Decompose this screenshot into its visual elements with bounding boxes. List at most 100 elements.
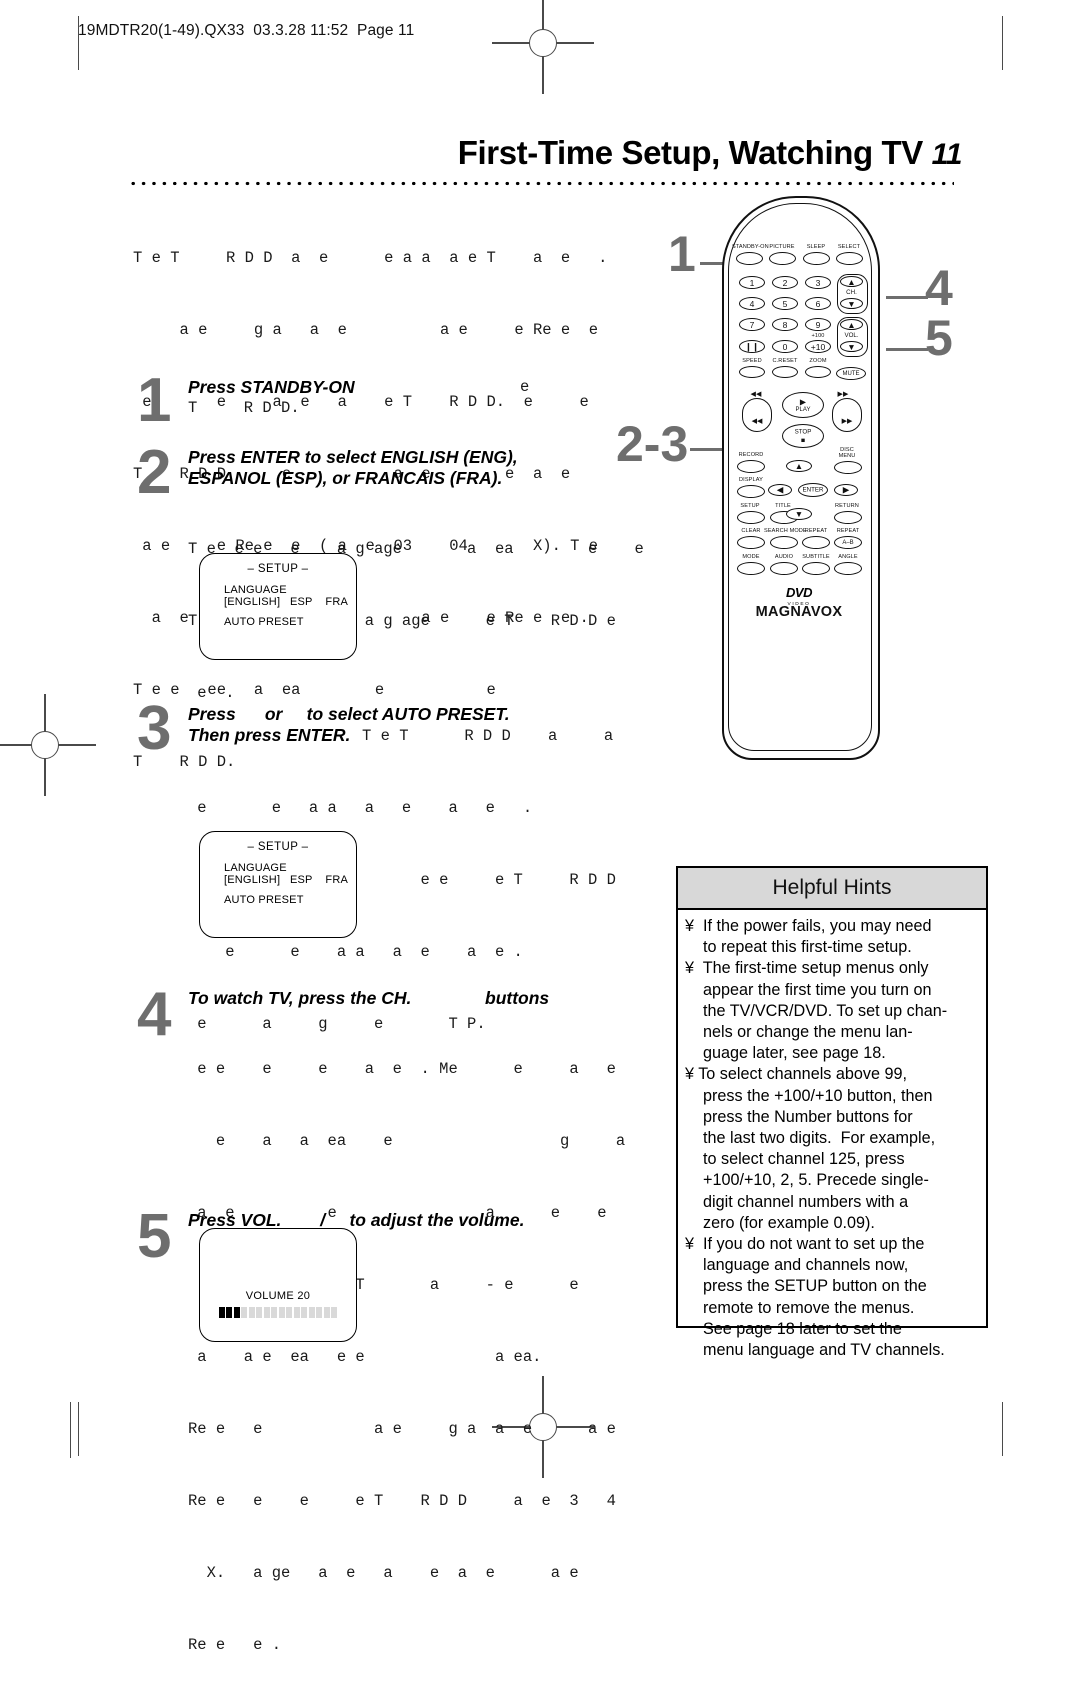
- step-4-faded-line: X. a ge a e a e a e a e: [188, 1564, 579, 1582]
- setup-menu-language-label: LANGUAGE: [224, 584, 287, 596]
- mute-label: MUTE: [842, 370, 860, 377]
- hint-line: digit channel numbers with a: [685, 1192, 909, 1211]
- plus10-button[interactable]: +10: [805, 340, 831, 353]
- hint-line: +100/+10, 2, 5. Precede single-: [685, 1171, 929, 1190]
- standby-on-label: STANDBY-ON: [732, 244, 769, 250]
- stop-button[interactable]: STOP ■: [782, 424, 824, 448]
- channel-up-button[interactable]: ▲: [840, 276, 863, 287]
- chevron-left-icon: ◀: [776, 484, 784, 495]
- step-4-faded-line: Re e e a e g a a e a e: [188, 1420, 616, 1438]
- step-4-faded-line: Re e e e e T R D D a e 3 4: [188, 1492, 616, 1510]
- hint-line: to select channel 125, press: [685, 1150, 905, 1169]
- crop-mark-bottom-left: [78, 1402, 80, 1456]
- step-3-faded-line: e e a a a e a e .: [188, 943, 523, 961]
- volume-cell: [278, 1307, 285, 1318]
- setup-menu-screen-1: – SETUP – LANGUAGE [ENGLISH] ESP FRA AUT…: [199, 553, 357, 660]
- volume-cell: [233, 1307, 240, 1318]
- display-button[interactable]: [737, 485, 765, 498]
- chevron-up-icon: ▲: [847, 276, 856, 287]
- mode-button[interactable]: [737, 562, 765, 575]
- speed-button[interactable]: [739, 366, 765, 378]
- channel-down-button[interactable]: ▼: [840, 298, 863, 309]
- play-button[interactable]: ▶ PLAY: [782, 392, 824, 418]
- nav-up-button[interactable]: ▲: [786, 460, 812, 472]
- nav-right-button[interactable]: ▶: [834, 484, 858, 496]
- step-3-instruction-line2: Then press ENTER.: [188, 725, 351, 745]
- volume-up-button[interactable]: ▲: [840, 319, 863, 330]
- record-button[interactable]: [737, 460, 765, 473]
- volume-cell: [241, 1307, 248, 1318]
- enter-button[interactable]: ENTER: [798, 483, 828, 497]
- volume-bar: [219, 1307, 337, 1318]
- fast-forward-button[interactable]: ▶▶: [832, 398, 862, 432]
- helpful-hints-heading: Helpful Hints: [678, 868, 986, 910]
- angle-button[interactable]: [834, 562, 862, 575]
- disc-menu-button[interactable]: [834, 461, 862, 474]
- search-mode-button[interactable]: [770, 536, 798, 549]
- step-1-instruction-tail: e: [520, 378, 530, 396]
- return-button[interactable]: [834, 511, 862, 524]
- number-2-button[interactable]: 2: [772, 276, 798, 289]
- number-5-label: 5: [782, 298, 788, 309]
- repeat-ab-button[interactable]: A–B: [834, 536, 862, 549]
- number-1-button[interactable]: 1: [739, 276, 765, 289]
- standby-on-button[interactable]: [736, 252, 763, 265]
- display-label: DISPLAY: [739, 477, 763, 483]
- skip-back-icon: ◀◀: [750, 391, 762, 398]
- step-4-faded-line: e a a ea e g a: [188, 1132, 626, 1150]
- callout-5-leader: [886, 348, 928, 351]
- number-8-button[interactable]: 8: [772, 318, 798, 331]
- select-button[interactable]: [836, 252, 863, 265]
- repeat-button[interactable]: [802, 536, 830, 549]
- nav-down-button[interactable]: ▼: [786, 508, 812, 520]
- clear-button[interactable]: [737, 536, 765, 549]
- hint-line: press the SETUP button on the: [685, 1277, 927, 1296]
- volume-cell: [308, 1307, 315, 1318]
- sleep-button[interactable]: [803, 252, 830, 265]
- number-3-button[interactable]: 3: [805, 276, 831, 289]
- volume-cell: [248, 1307, 255, 1318]
- number-0-button[interactable]: 0: [772, 340, 798, 353]
- step-2-faded-line: e .: [188, 684, 235, 702]
- setup-menu-auto-preset: AUTO PRESET: [224, 894, 304, 906]
- step-4-faded: e e e e a e . Me e a e e a a ea e g a a …: [188, 1009, 625, 1681]
- rewind-button[interactable]: ◀◀: [742, 398, 772, 432]
- number-6-button[interactable]: 6: [805, 297, 831, 310]
- step-3-number: 3: [137, 694, 172, 763]
- volume-cell: [271, 1307, 278, 1318]
- callout-4-leader: [886, 296, 928, 299]
- chevron-down-icon: ▼: [794, 509, 804, 519]
- step-2-instruction-line1: Press ENTER to select ENGLISH (ENG),: [188, 447, 518, 467]
- hint-line: to repeat this first-time setup.: [685, 938, 912, 957]
- audio-label: AUDIO: [774, 554, 794, 560]
- hint-line: language and channels now,: [685, 1256, 909, 1275]
- print-header: 19MDTR20(1-49).QX33 03.3.28 11:52 Page 1…: [78, 22, 415, 39]
- c-reset-button[interactable]: [772, 366, 798, 378]
- page-title-text: First-Time Setup, Watching TV: [457, 134, 924, 171]
- registration-mark-top: [492, 0, 594, 94]
- picture-button[interactable]: [769, 252, 796, 265]
- skip-forward-icon: ▶▶: [837, 391, 849, 398]
- audio-button[interactable]: [770, 562, 798, 575]
- callout-1: 1: [668, 226, 696, 282]
- crop-mark-bottom-right: [1002, 1402, 1004, 1456]
- step-3-instruction-line2-tail: T e T R D D a a: [362, 727, 614, 745]
- number-7-button[interactable]: 7: [739, 318, 765, 331]
- number-6-label: 6: [815, 298, 821, 309]
- volume-down-button[interactable]: ▼: [840, 341, 863, 352]
- subtitle-button[interactable]: [802, 562, 830, 575]
- number-9-button[interactable]: 9: [805, 318, 831, 331]
- setup-button[interactable]: [737, 511, 765, 524]
- zoom-button[interactable]: [805, 366, 831, 378]
- crop-mark-left-lower: [70, 1402, 72, 1458]
- mute-button[interactable]: MUTE: [836, 367, 866, 380]
- number-5-button[interactable]: 5: [772, 297, 798, 310]
- speed-label: SPEED: [742, 358, 762, 364]
- step-4-faded-line: a a e ea e e a ea.: [188, 1348, 542, 1366]
- setup-menu-language-label: LANGUAGE: [224, 862, 287, 874]
- number-4-button[interactable]: 4: [739, 297, 765, 310]
- play-icon: ▶: [799, 397, 807, 407]
- hint-line: See page 18 later to set the: [685, 1319, 902, 1338]
- nav-left-button[interactable]: ◀: [768, 484, 792, 496]
- pause-button[interactable]: ❙❙: [739, 340, 765, 353]
